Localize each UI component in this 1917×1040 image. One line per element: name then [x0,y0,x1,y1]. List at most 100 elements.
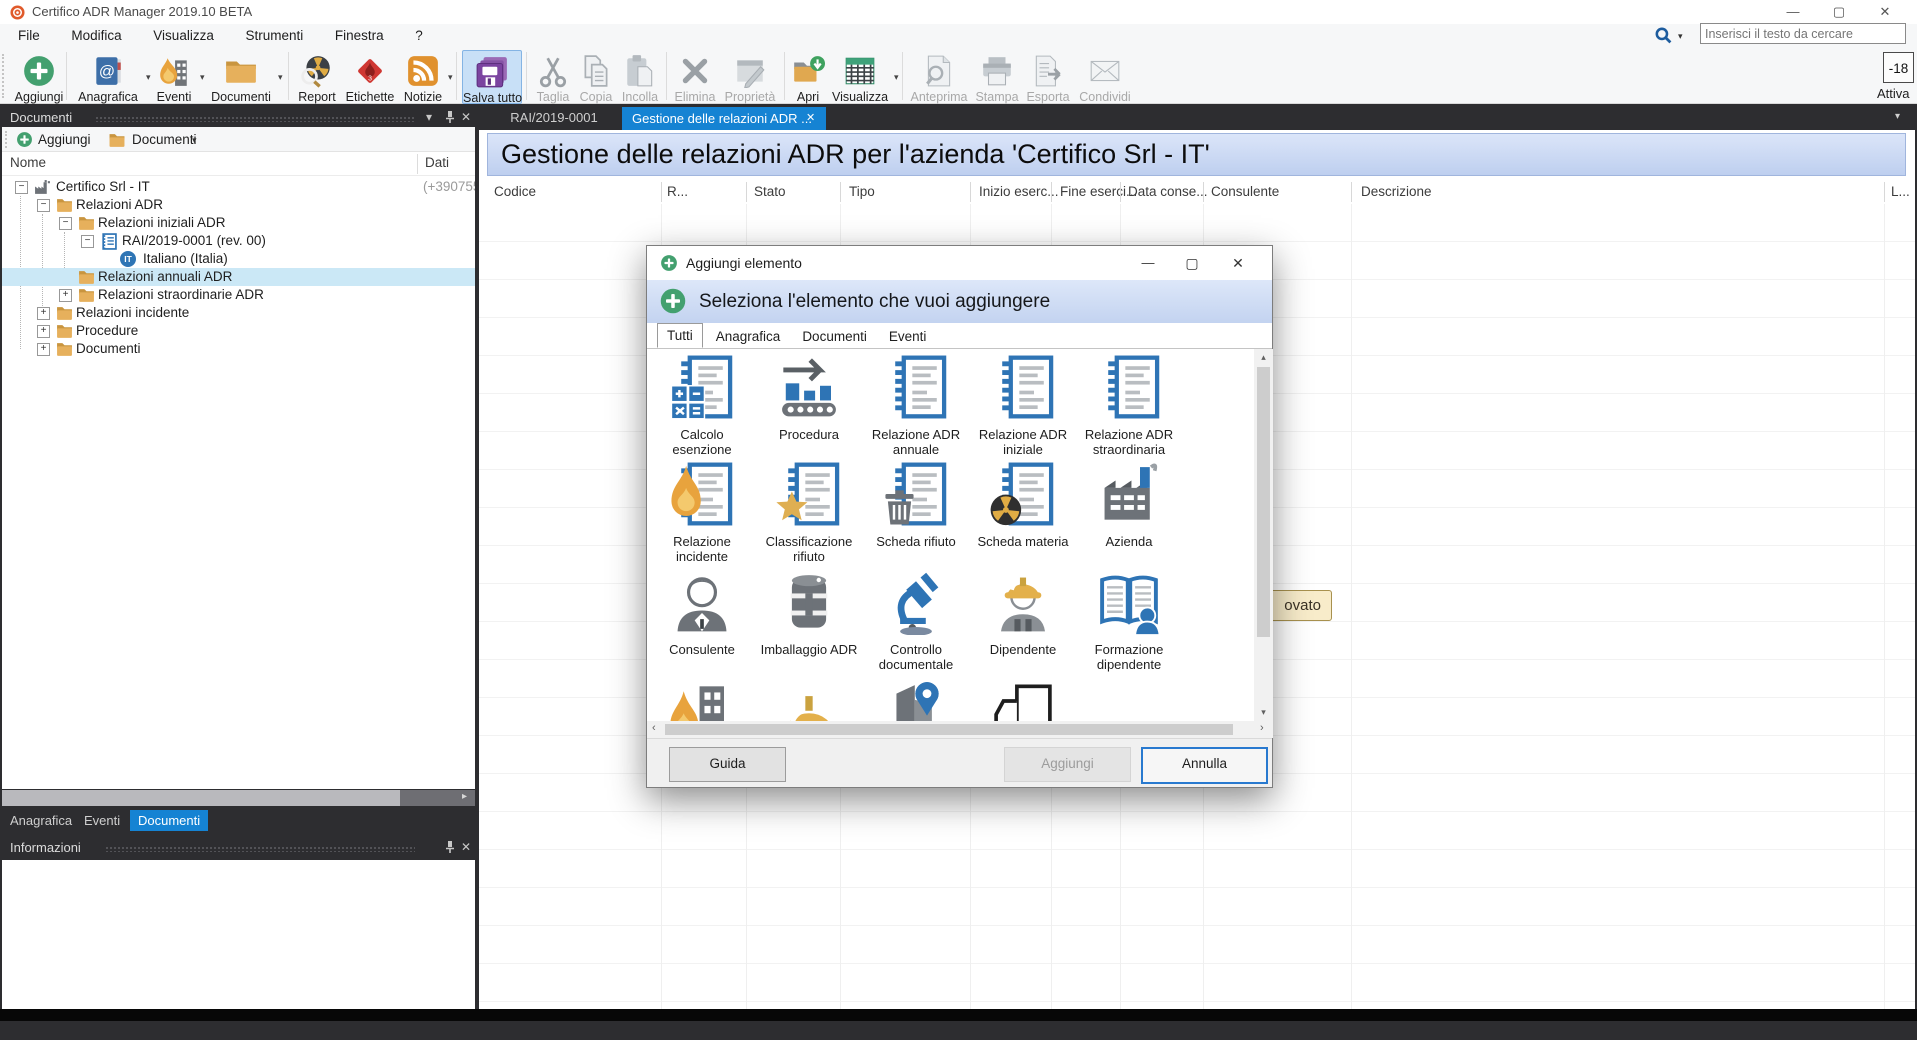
dialog-titlebar[interactable]: Aggiungi elemento — ▢ ✕ [647,246,1272,280]
tree-item[interactable]: − Relazioni ADR [2,196,475,214]
column-stato[interactable]: Stato [754,184,786,199]
dialog-item-scheda-rifiuto[interactable]: Scheda rifiuto [864,461,968,549]
tree-item[interactable]: + Documenti [2,340,475,358]
dialog-tab-anagrafica[interactable]: Anagrafica [707,325,790,348]
toolbar-documenti-button[interactable]: Documenti [206,50,276,104]
tab-overflow-caret-icon[interactable]: ▾ [1895,111,1900,122]
menu-file[interactable]: File [4,24,54,48]
column-fine[interactable]: Fine eserci... [1060,184,1137,199]
dialog-vscrollbar[interactable]: ▴ ▾ [1254,349,1273,721]
sidebar-filter-button[interactable]: Documenti [132,132,197,147]
tree-item[interactable]: − RAI/2019-0001 (rev. 00) [2,232,475,250]
tab-close-icon[interactable]: ✕ [806,111,815,124]
tab-eventi[interactable]: Eventi [84,813,120,828]
search-caret-icon[interactable]: ▾ [1678,31,1683,42]
scrollbar-thumb[interactable] [665,724,1233,735]
annulla-button[interactable]: Annulla [1141,747,1268,784]
dialog-item-controllo-documentale[interactable]: Controllo documentale [864,569,968,672]
dialog-item-relazione-adr-annuale[interactable]: Relazione ADR annuale [864,354,968,457]
dialog-close-button[interactable]: ✕ [1221,246,1255,280]
toolbar-eventi-button[interactable]: Eventi [150,50,198,104]
dialog-item-dipendente[interactable]: Dipendente [971,569,1075,657]
tree-item-root[interactable]: − Certifico Srl - IT (+3907559 [2,178,475,196]
eventi-caret-icon[interactable]: ▾ [200,72,205,83]
pin-icon[interactable] [444,840,456,854]
column-codice[interactable]: Codice [494,184,536,199]
dialog-item-calcolo-esenzione[interactable]: Calcolo esenzione [650,354,754,457]
license-activate-label[interactable]: Attiva [1877,86,1910,101]
doc-tab-rai[interactable]: RAI/2019-0001 [490,110,618,125]
menu-help[interactable]: ? [401,24,437,48]
sidebar-col-dati[interactable]: Dati [425,155,449,170]
pin-icon[interactable] [444,110,456,124]
expander-icon[interactable]: − [59,217,72,230]
toolbar-salva-tutto-button[interactable]: Salva tutto [462,50,522,104]
column-data-consegna[interactable]: Data conse... [1128,184,1208,199]
expander-icon[interactable]: + [59,289,72,302]
dialog-item-partial-veicolo[interactable] [971,679,1075,721]
sidebar-filter-caret-icon[interactable]: ▾ [192,135,197,146]
column-descrizione[interactable]: Descrizione [1361,184,1432,199]
column-tipo[interactable]: Tipo [849,184,875,199]
tree-item[interactable]: IT Italiano (Italia) [2,250,475,268]
toolbar-etichette-button[interactable]: Etichette [341,50,399,104]
expander-icon[interactable]: − [37,199,50,212]
dialog-item-partial-casco[interactable] [757,679,861,721]
dialog-item-relazione-incidente[interactable]: Relazione incidente [650,461,754,564]
dialog-tab-tutti[interactable]: Tutti [657,323,703,348]
dialog-item-imballaggio-adr[interactable]: Imballaggio ADR [757,569,861,657]
scroll-right-icon[interactable]: › [1260,722,1264,734]
minimize-button[interactable]: — [1770,0,1816,24]
toolbar-visualizza-button[interactable]: Visualizza [828,50,892,104]
dialog-item-relazione-adr-iniziale[interactable]: Relazione ADR iniziale [971,354,1075,457]
dialog-item-azienda[interactable]: Azienda [1077,461,1181,549]
dialog-item-formazione-dipendente[interactable]: Formazione dipendente [1077,569,1181,672]
scroll-down-icon[interactable]: ▾ [1254,707,1273,718]
documenti-caret-icon[interactable]: ▾ [278,72,283,83]
dialog-item-consulente[interactable]: Consulente [650,569,754,657]
toolbar-notizie-button[interactable]: Notizie [400,50,446,104]
expander-icon[interactable]: + [37,325,50,338]
visualizza-caret-icon[interactable]: ▾ [894,72,899,83]
toolbar-aggiungi-button[interactable]: Aggiungi [10,50,68,104]
dialog-maximize-button[interactable]: ▢ [1175,246,1209,280]
sidebar-close-icon[interactable]: ✕ [461,110,471,124]
titlebar[interactable]: Certifico ADR Manager 2019.10 BETA — ▢ ✕ [0,0,1917,24]
tab-documenti-active[interactable]: Documenti [130,810,208,831]
dialog-item-classificazione-rifiuto[interactable]: Classificazione rifiuto [757,461,861,564]
guida-button[interactable]: Guida [669,747,786,782]
scrollbar-thumb[interactable] [1257,367,1270,637]
dialog-item-partial-sede[interactable] [864,679,968,721]
dialog-minimize-button[interactable]: — [1131,246,1165,280]
doc-tab-active[interactable]: Gestione delle relazioni ADR ... ✕ [622,107,826,130]
maximize-button[interactable]: ▢ [1816,0,1862,24]
sidebar-hscrollbar[interactable]: ▸ [2,790,475,806]
dialog-item-scheda-materia[interactable]: Scheda materia [971,461,1075,549]
tree-item[interactable]: + Procedure [2,322,475,340]
toolbar-apri-button[interactable]: Apri [790,50,826,104]
toolbar-report-button[interactable]: Report [294,50,340,104]
scroll-up-icon[interactable]: ▴ [1254,352,1273,363]
sidebar-add-button[interactable]: Aggiungi [38,132,91,147]
tab-anagrafica[interactable]: Anagrafica [10,813,72,828]
dialog-tab-documenti[interactable]: Documenti [793,325,876,348]
sidebar-panel-caret-icon[interactable]: ▾ [426,110,432,124]
column-consulente[interactable]: Consulente [1211,184,1279,199]
expander-icon[interactable]: − [81,235,94,248]
tree-item[interactable]: − Relazioni iniziali ADR [2,214,475,232]
dialog-item-relazione-adr-straordinaria[interactable]: Relazione ADR straordinaria [1077,354,1181,457]
scroll-right-icon[interactable]: ▸ [462,791,467,802]
info-close-icon[interactable]: ✕ [461,840,471,854]
scroll-left-icon[interactable]: ‹ [652,722,656,734]
sidebar-col-nome[interactable]: Nome [10,155,46,170]
search-icon[interactable] [1655,27,1672,44]
scrollbar-thumb[interactable] [2,790,400,806]
close-button[interactable]: ✕ [1862,0,1908,24]
menu-visualizza[interactable]: Visualizza [139,24,228,48]
expander-icon[interactable]: − [15,181,28,194]
column-l[interactable]: L... [1891,184,1910,199]
tree-item-selected[interactable]: Relazioni annuali ADR [2,268,475,286]
expander-icon[interactable]: + [37,307,50,320]
search-input[interactable] [1700,23,1906,44]
notizie-caret-icon[interactable]: ▾ [448,72,453,83]
